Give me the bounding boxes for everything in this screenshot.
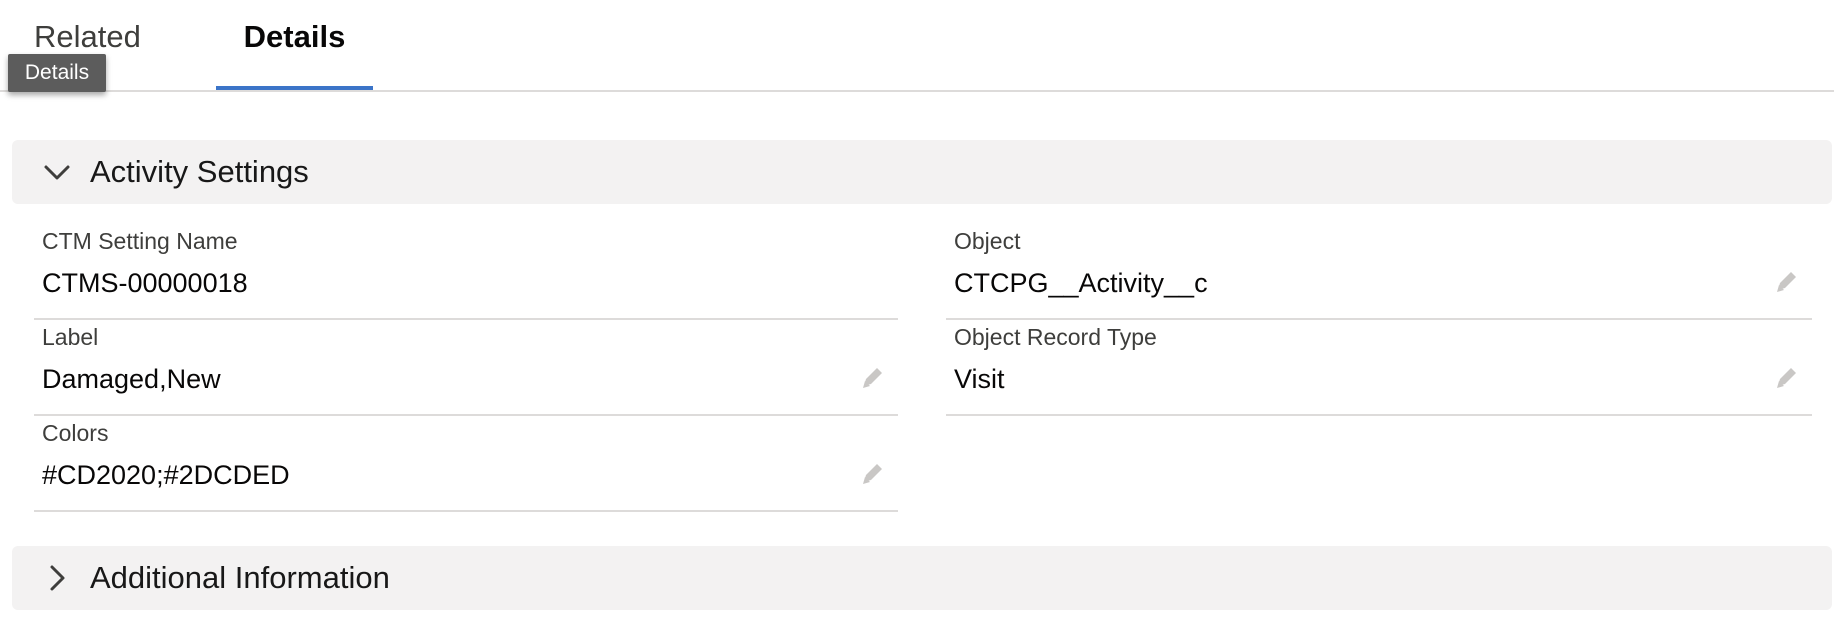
field-object-record-type: Object Record Type Visit [946, 322, 1812, 416]
field-colors: Colors #CD2020;#2DCDED [34, 418, 898, 512]
field-label: Object Record Type [954, 324, 1157, 350]
field-value: Visit [954, 364, 1005, 394]
field-label: Object [954, 228, 1021, 254]
tab-details[interactable]: Details [216, 0, 373, 90]
chevron-right-icon [42, 563, 72, 593]
section-additional-information-header[interactable]: Additional Information [12, 546, 1832, 610]
field-value: #CD2020;#2DCDED [42, 460, 290, 490]
section-title: Activity Settings [90, 154, 309, 189]
field-label-setting: Label Damaged,New [34, 322, 898, 416]
pencil-icon[interactable] [1772, 362, 1802, 392]
field-value: CTCPG__Activity__c [954, 268, 1208, 298]
field-value: Damaged,New [42, 364, 221, 394]
section-title: Additional Information [90, 560, 390, 595]
section-activity-settings-header[interactable]: Activity Settings [12, 140, 1832, 204]
field-value: CTMS-00000018 [42, 268, 248, 298]
tab-related-label: Related [34, 19, 141, 54]
record-detail-page: Related Details Details Activity Setting… [0, 0, 1842, 630]
tab-details-label: Details [243, 19, 346, 54]
pencil-icon[interactable] [858, 458, 888, 488]
field-label: Label [42, 324, 99, 350]
pencil-icon[interactable] [1772, 266, 1802, 296]
pencil-icon[interactable] [858, 362, 888, 392]
field-ctm-setting-name: CTM Setting Name CTMS-00000018 [34, 226, 898, 320]
field-label: CTM Setting Name [42, 228, 238, 254]
field-object: Object CTCPG__Activity__c [946, 226, 1812, 320]
chevron-down-icon [42, 157, 72, 187]
tooltip: Details [8, 54, 106, 92]
tab-bar: Related Details [0, 0, 1834, 92]
field-label: Colors [42, 420, 109, 446]
